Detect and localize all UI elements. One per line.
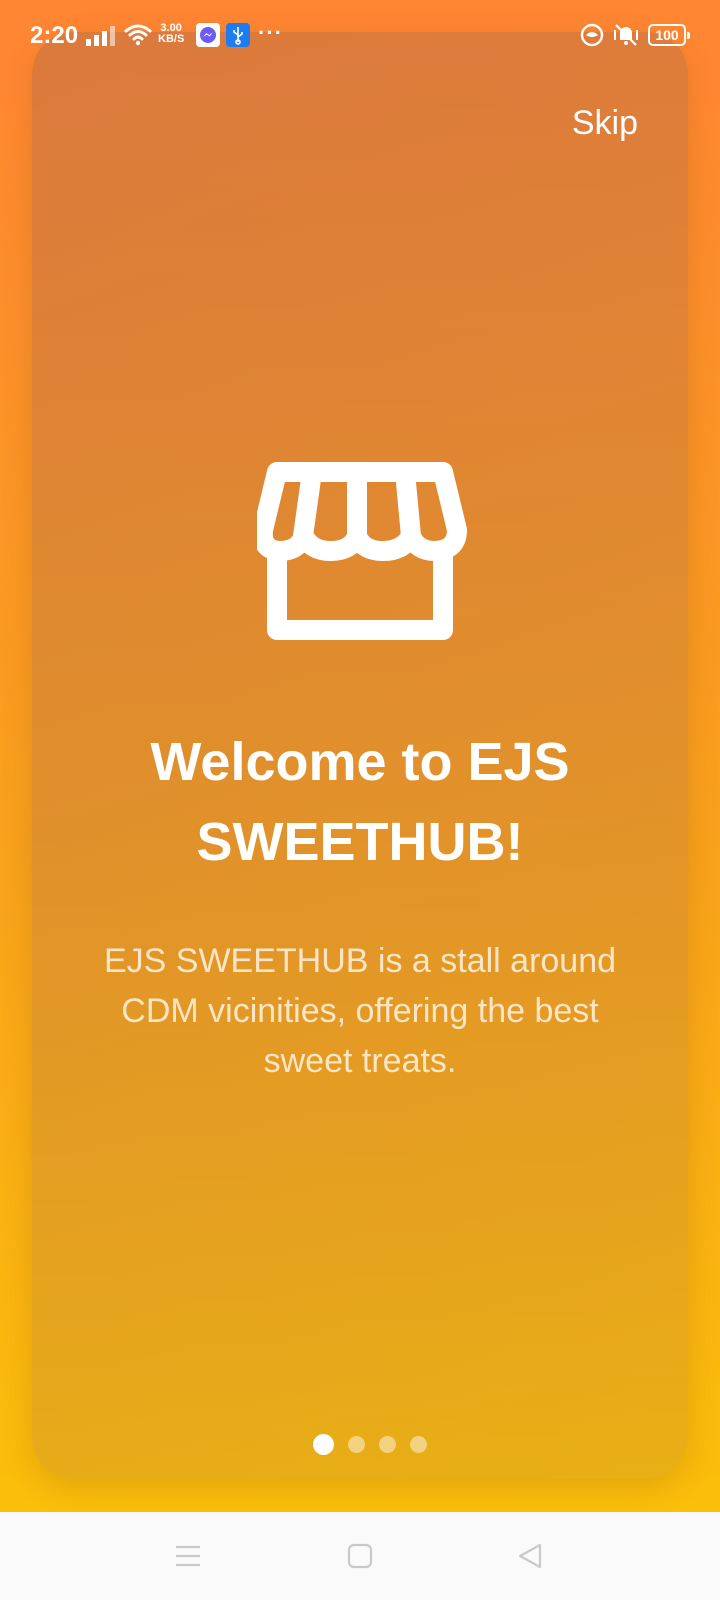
page-dot-4[interactable] [410,1436,427,1453]
onboarding-card: Skip Welcome to EJS SWEETHUB! EJS SWEETH… [32,32,688,1479]
status-time: 2:20 [30,22,79,49]
page-indicator [32,1434,688,1455]
overflow-dots: ··· [258,20,283,45]
status-bar: 2:20 3.00 KB/S ··· 100 [0,0,720,72]
page-dot-2[interactable] [348,1436,365,1453]
store-icon [257,462,467,640]
back-icon[interactable] [508,1534,552,1578]
menu-icon[interactable] [166,1534,210,1578]
navigation-bar [0,1512,720,1600]
skip-button[interactable]: Skip [572,104,638,143]
home-icon[interactable] [338,1534,382,1578]
welcome-title: Welcome to EJS SWEETHUB! [150,732,570,872]
network-speed: 3.00 KB/S [158,23,184,45]
welcome-description: EJS SWEETHUB is a stall around CDM vicin… [103,942,617,1080]
messenger-icon [196,23,220,47]
wifi-icon [124,24,152,46]
battery-indicator: 100 [648,24,690,46]
usb-icon [226,23,250,47]
speed-unit: KB/S [158,33,185,45]
face-unlock-icon [580,23,604,47]
vibrate-icon [614,24,638,46]
page-dot-3[interactable] [379,1436,396,1453]
signal-icon [86,26,115,46]
onboarding-screen: 2:20 3.00 KB/S ··· 100 Skip Welcome to E… [0,0,720,1512]
page-dot-1[interactable] [313,1434,334,1455]
